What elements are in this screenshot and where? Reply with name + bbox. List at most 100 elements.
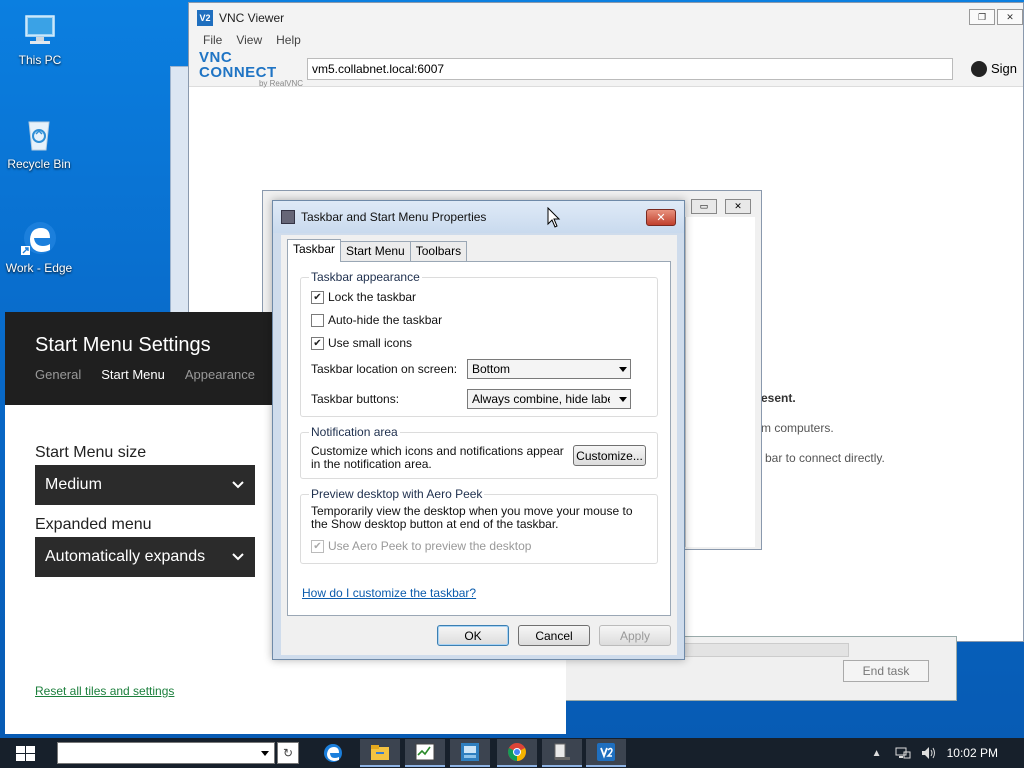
desktop-icon-recycle-bin[interactable]: Recycle Bin [1, 114, 77, 171]
close-icon[interactable]: ✕ [646, 209, 676, 226]
tab-taskbar[interactable]: Taskbar [287, 239, 342, 262]
remote-window-content [685, 217, 755, 547]
taskbar-appearance-group: Taskbar appearance ✔ Lock the taskbar Au… [300, 270, 658, 417]
start-menu-size-dropdown[interactable]: Medium [35, 465, 255, 505]
taskbar-app-taskbar-properties[interactable] [542, 739, 582, 767]
recycle-bin-icon [28, 121, 50, 151]
aero-peek-checkbox[interactable]: ✔ Use Aero Peek to preview the desktop [311, 539, 531, 553]
taskbar-app-task-manager[interactable] [405, 739, 445, 767]
desktop-icon-label: Recycle Bin [7, 157, 71, 171]
chrome-icon [508, 743, 526, 761]
small-icons-label: Use small icons [328, 336, 413, 350]
start-menu-size-value: Medium [45, 476, 102, 493]
vnc-info-line-1: esent. [761, 391, 796, 405]
autohide-taskbar-checkbox[interactable]: Auto-hide the taskbar [311, 313, 442, 327]
chevron-down-icon [232, 481, 244, 489]
chevron-up-icon[interactable]: ▲ [869, 745, 885, 761]
close-icon[interactable]: ✕ [997, 9, 1023, 25]
clock[interactable]: 10:02 PM [947, 746, 998, 760]
customize-button[interactable]: Customize... [573, 445, 646, 466]
tab-general[interactable]: General [35, 367, 81, 382]
start-menu-tool-icon [461, 743, 479, 761]
apply-button[interactable]: Apply [599, 625, 671, 646]
vnc-address-input[interactable]: vm5.collabnet.local:6007 [307, 57, 953, 80]
small-icons-checkbox[interactable]: ✔ Use small icons [311, 336, 412, 350]
start-menu-size-label: Start Menu size [35, 444, 147, 461]
vnc-logo-icon: V2 [197, 10, 213, 26]
close-icon[interactable]: ✕ [725, 199, 751, 214]
dropdown-arrow-icon [619, 367, 627, 372]
aero-peek-label: Use Aero Peek to preview the desktop [328, 539, 532, 553]
expanded-menu-dropdown[interactable]: Automatically expands [35, 537, 255, 577]
dialog-title: Taskbar and Start Menu Properties [301, 210, 487, 224]
desktop-icon-label: Work - Edge [5, 261, 73, 275]
vnc-connect-logo: VNC CONNECT by RealVNC [199, 50, 307, 88]
taskbar-location-value: Bottom [472, 362, 511, 376]
desktop-icon-this-pc[interactable]: This PC [2, 10, 78, 67]
network-icon[interactable] [895, 745, 911, 761]
end-task-button[interactable]: End task [843, 660, 929, 682]
taskbar-tab-panel: Taskbar appearance ✔ Lock the taskbar Au… [287, 261, 671, 616]
remote-window-edge [170, 66, 190, 316]
sign-in-button[interactable]: Sign [971, 60, 1017, 77]
edge-icon [324, 744, 342, 762]
tab-appearance[interactable]: Appearance [185, 367, 255, 382]
group-legend: Notification area [309, 425, 400, 439]
desktop-icon-work-edge[interactable]: Work - Edge [1, 218, 77, 275]
reset-tiles-link[interactable]: Reset all tiles and settings [35, 684, 174, 698]
help-customize-link[interactable]: How do I customize the taskbar? [302, 586, 476, 600]
vnc-title-bar: V2 VNC Viewer ❐ ✕ [189, 3, 1023, 33]
vnc-title: VNC Viewer [219, 11, 285, 25]
tab-start-menu[interactable]: Start Menu [101, 367, 165, 382]
refresh-icon[interactable]: ↻ [277, 742, 299, 764]
taskbar-properties-icon [554, 743, 570, 760]
lock-taskbar-label: Lock the taskbar [328, 290, 417, 304]
tab-toolbars[interactable]: Toolbars [409, 241, 468, 261]
mouse-cursor-icon [547, 207, 561, 228]
taskbar-app-edge[interactable] [313, 739, 353, 767]
restore-icon[interactable]: ❐ [969, 9, 995, 25]
taskbar-app-file-explorer[interactable] [360, 739, 400, 767]
lock-taskbar-checkbox[interactable]: ✔ Lock the taskbar [311, 290, 416, 304]
checkbox-checked-icon: ✔ [311, 290, 324, 304]
vnc-info-line-2: m computers. [761, 421, 834, 435]
user-icon [971, 60, 987, 77]
this-pc-icon [25, 15, 55, 44]
dropdown-arrow-icon [619, 397, 627, 402]
vnc-viewer-icon [597, 743, 615, 761]
expanded-menu-label: Expanded menu [35, 516, 152, 533]
vnc-menu-bar: File View Help [189, 33, 1023, 51]
task-manager-icon [415, 743, 435, 761]
cancel-button[interactable]: Cancel [518, 625, 590, 646]
desktop-icon-label: This PC [18, 53, 62, 67]
autohide-taskbar-label: Auto-hide the taskbar [328, 313, 443, 327]
chevron-down-icon [232, 553, 244, 561]
restore-icon[interactable]: ▭ [691, 199, 717, 214]
taskbar-app-start-menu-tool[interactable] [450, 739, 490, 767]
dialog-tabs: Taskbar Start Menu Toolbars [287, 239, 468, 262]
taskbar-search-input[interactable] [57, 742, 275, 764]
vnc-info-line-3: bar to connect directly. [765, 451, 885, 465]
taskbar-app-vnc-viewer[interactable] [586, 739, 626, 767]
vnc-brand-main: VNC CONNECT [199, 48, 277, 81]
notification-description: Customize which icons and notifications … [311, 444, 564, 471]
group-legend: Taskbar appearance [309, 270, 422, 284]
checkbox-checked-icon: ✔ [311, 539, 324, 553]
taskbar-app-chrome[interactable] [497, 739, 537, 767]
tab-start-menu[interactable]: Start Menu [340, 241, 411, 261]
windows-start-icon[interactable] [8, 745, 46, 763]
ok-button[interactable]: OK [437, 625, 509, 646]
taskbar-properties-icon [281, 210, 295, 224]
dropdown-arrow-icon[interactable] [261, 751, 269, 756]
taskbar-location-select[interactable]: Bottom [467, 359, 631, 379]
file-explorer-icon [371, 745, 389, 760]
aero-peek-description: Temporarily view the desktop when you mo… [311, 504, 633, 531]
dialog-title-bar: Taskbar and Start Menu Properties ✕ [273, 201, 684, 233]
taskbar-buttons-select[interactable]: Always combine, hide labels [467, 389, 631, 409]
menu-help[interactable]: Help [276, 33, 301, 51]
menu-view[interactable]: View [236, 33, 262, 51]
dialog-body: Taskbar Start Menu Toolbars Taskbar appe… [281, 235, 677, 655]
volume-icon[interactable] [921, 745, 937, 761]
notification-area-group: Notification area Customize which icons … [300, 425, 658, 479]
taskbar-buttons-value: Always combine, hide labels [472, 392, 610, 406]
